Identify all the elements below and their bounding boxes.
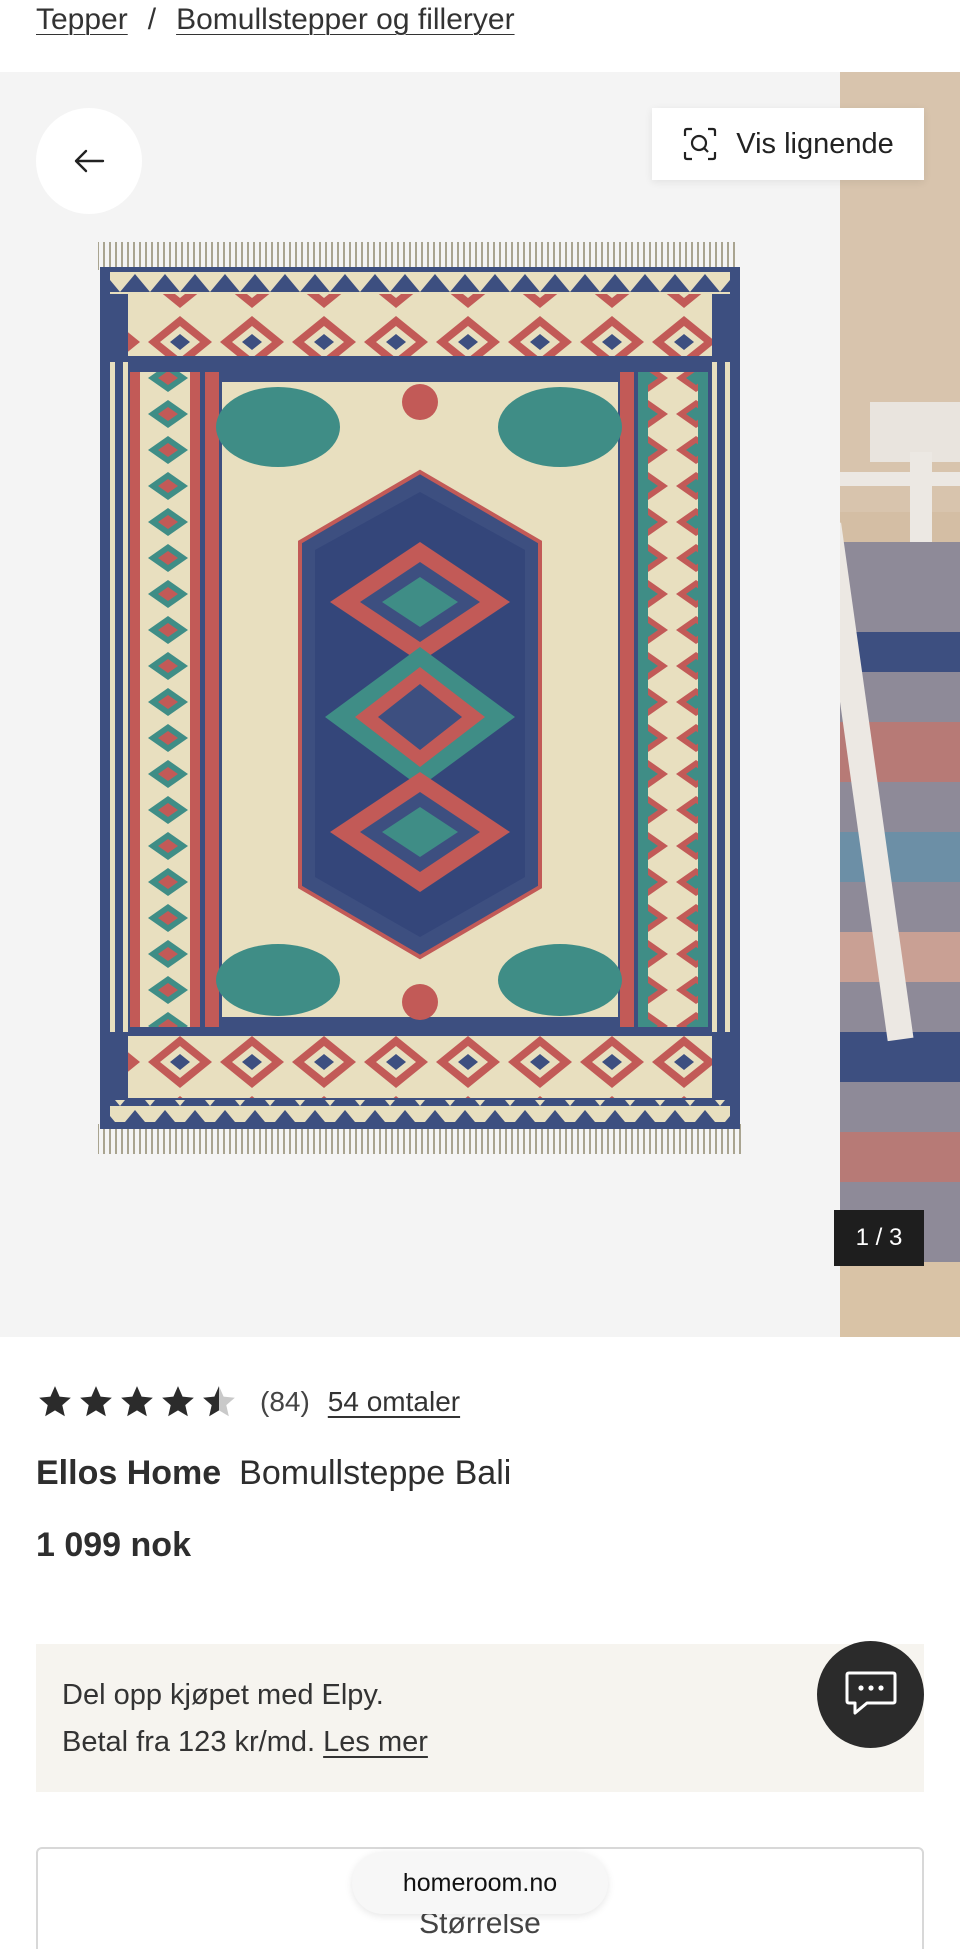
star-icon [80, 1386, 112, 1417]
product-price: 1 099 nok [36, 1526, 191, 1564]
chat-icon [845, 1671, 896, 1714]
reviews-link[interactable]: 54 omtaler [328, 1386, 460, 1418]
breadcrumb-separator: / [147, 3, 157, 36]
product-title: Ellos Home Bomullsteppe Bali [36, 1454, 511, 1493]
elpy-les-mer-link[interactable]: Les mer [323, 1726, 428, 1758]
vis-lignende-button[interactable]: Vis lignende [652, 108, 924, 180]
browser-url-pill[interactable]: homeroom.no [352, 1852, 608, 1914]
elpy-line-1: Del opp kjøpet med Elpy. [62, 1679, 384, 1711]
rating-count: (84) [260, 1386, 310, 1417]
half-star-icon [203, 1386, 235, 1417]
star-icon [162, 1386, 194, 1417]
product-image-next-preview[interactable] [840, 72, 960, 1337]
arrow-left-icon [74, 149, 105, 173]
back-button[interactable] [36, 108, 142, 214]
breadcrumb-link-bomullstepper[interactable]: Bomullstepper og filleryer [176, 3, 514, 37]
product-name: Bomullsteppe Bali [239, 1454, 512, 1492]
elpy-line-2: Betal fra 123 kr/md. Les mer [62, 1719, 898, 1766]
breadcrumb-link-tepper[interactable]: Tepper [36, 3, 128, 37]
visual-search-icon [684, 127, 717, 161]
image-counter: 1 / 3 [834, 1210, 924, 1266]
breadcrumb: Tepper / Bomullstepper og filleryer [36, 0, 515, 40]
star-icon [121, 1386, 153, 1417]
product-image-rug[interactable] [0, 72, 840, 1337]
vis-lignende-label: Vis lignende [736, 127, 894, 160]
elpy-payment-info: Del opp kjøpet med Elpy. Betal fra 123 k… [36, 1644, 924, 1792]
star-rating [36, 1383, 238, 1421]
chat-button[interactable] [817, 1641, 924, 1748]
elpy-price-text: Betal fra 123 kr/md. [62, 1726, 316, 1758]
rating-summary: (84) 54 omtaler [36, 1380, 460, 1424]
star-icon [39, 1386, 71, 1417]
product-gallery[interactable]: Vis lignende 1 / 3 [0, 72, 960, 1337]
product-brand[interactable]: Ellos Home [36, 1454, 221, 1493]
